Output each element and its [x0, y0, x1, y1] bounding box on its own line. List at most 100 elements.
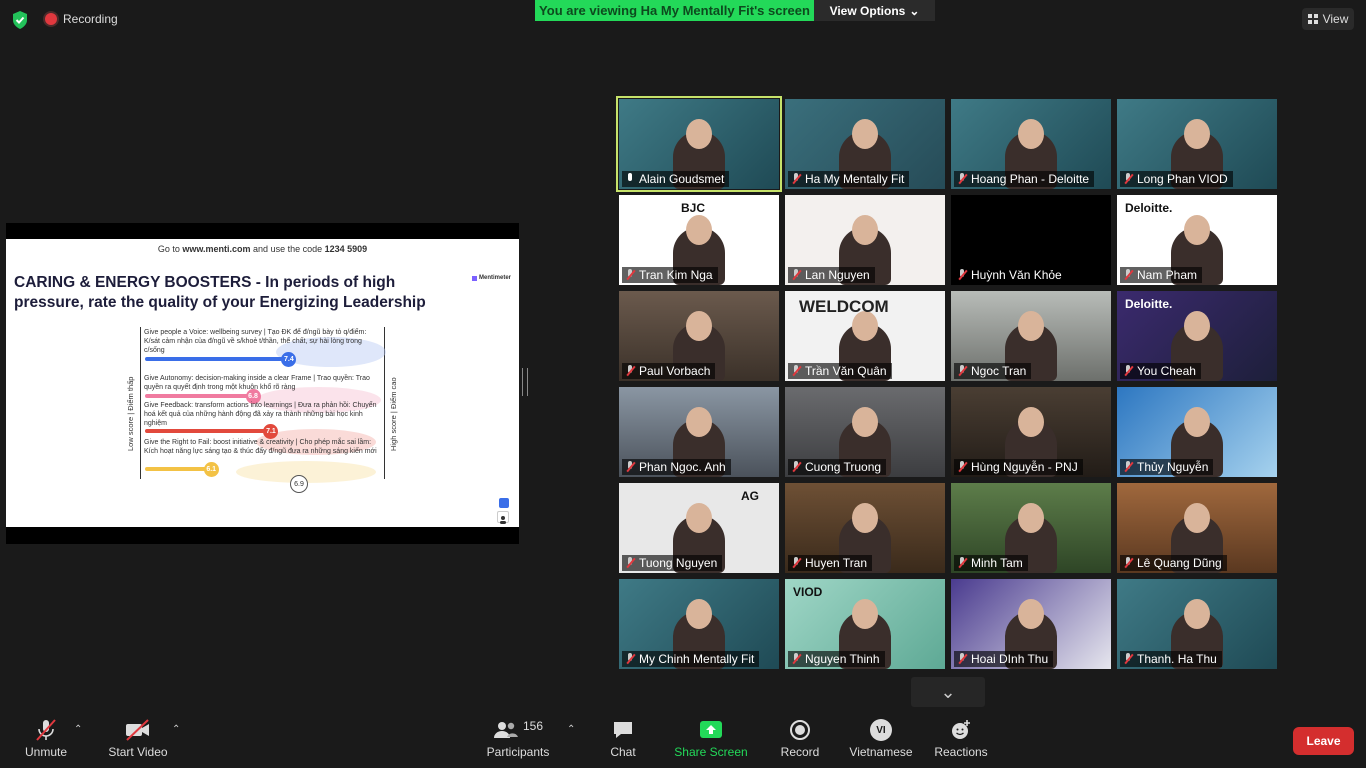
- participant-tile[interactable]: Thanh. Ha Thu: [1117, 579, 1277, 669]
- participant-tile[interactable]: Alain Goudsmet: [616, 96, 782, 192]
- gallery-next-page-button[interactable]: ⌄: [911, 677, 985, 707]
- participant-tile[interactable]: Lê Quang Dũng: [1117, 483, 1277, 573]
- spotlight-microphone-icon: [625, 173, 635, 185]
- participant-nameplate: Phan Ngoc. Anh: [622, 459, 731, 475]
- participants-button[interactable]: 156 Participants: [484, 710, 552, 768]
- participant-name: Nguyen Thinh: [805, 652, 880, 666]
- muted-microphone-icon: [1123, 173, 1133, 185]
- share-screen-icon: [699, 719, 723, 741]
- muted-microphone-icon: [625, 557, 635, 569]
- muted-microphone-icon: [791, 269, 801, 281]
- participant-nameplate: Thanh. Ha Thu: [1120, 651, 1222, 667]
- participant-name: Huỳnh Văn Khỏe: [971, 268, 1062, 282]
- participant-face: [686, 503, 712, 533]
- participant-name: My Chinh Mentally Fit: [639, 652, 755, 666]
- chat-bubble-icon: [612, 719, 634, 741]
- slide-item-text: Give the Right to Fail: boost initiative…: [144, 439, 377, 455]
- participant-name: Minh Tam: [971, 556, 1023, 570]
- participant-count: 156: [522, 719, 544, 733]
- participant-nameplate: Nguyen Thinh: [788, 651, 885, 667]
- participant-tile[interactable]: My Chinh Mentally Fit: [619, 579, 779, 669]
- participant-tile[interactable]: Phan Ngoc. Anh: [619, 387, 779, 477]
- participant-nameplate: Ngoc Tran: [954, 363, 1032, 379]
- participant-tile[interactable]: BJC Tran Kim Nga: [619, 195, 779, 285]
- participant-tile[interactable]: Long Phan VIOD: [1117, 99, 1277, 189]
- participant-nameplate: You Cheah: [1120, 363, 1201, 379]
- participants-label: Participants: [486, 745, 550, 759]
- participant-tile[interactable]: Hùng Nguyễn - PNJ: [951, 387, 1111, 477]
- participant-name: Tran Kim Nga: [639, 268, 713, 282]
- participant-tile[interactable]: Huyen Tran: [785, 483, 945, 573]
- participant-name: Tuong Nguyen: [639, 556, 718, 570]
- video-options-caret[interactable]: ⌃: [172, 724, 180, 735]
- participant-face: [686, 599, 712, 629]
- participant-face: [852, 119, 878, 149]
- reactions-smiley-icon: [950, 719, 972, 741]
- view-options-label: View Options: [829, 3, 906, 18]
- participant-tile[interactable]: Paul Vorbach: [619, 291, 779, 381]
- participant-tile[interactable]: Deloitte. You Cheah: [1117, 291, 1277, 381]
- leave-button[interactable]: Leave: [1293, 727, 1354, 755]
- participant-tile[interactable]: Thủy Nguyễn: [1117, 387, 1277, 477]
- slide-score-bar: [145, 429, 271, 433]
- mentimeter-slide: Go to www.menti.com and use the code 123…: [6, 239, 519, 527]
- participant-tile[interactable]: Cuong Truong: [785, 387, 945, 477]
- participant-name: Long Phan VIOD: [1137, 172, 1228, 186]
- participant-name: Ngoc Tran: [971, 364, 1027, 378]
- record-button[interactable]: Record: [778, 710, 822, 768]
- slide-title: CARING & ENERGY BOOSTERS - In periods of…: [14, 274, 426, 311]
- participant-tile[interactable]: Ngoc Tran: [951, 291, 1111, 381]
- participant-nameplate: Minh Tam: [954, 555, 1028, 571]
- participant-tile[interactable]: Lan Nguyen: [785, 195, 945, 285]
- security-shield-icon[interactable]: [10, 10, 30, 30]
- unmute-button[interactable]: Unmute: [22, 710, 70, 768]
- participant-tile[interactable]: WELDCOM Trần Văn Quân: [785, 291, 945, 381]
- high-score-label: High score | Điểm cao: [389, 377, 398, 451]
- share-screen-button[interactable]: Share Screen: [674, 710, 748, 768]
- view-button[interactable]: View: [1302, 8, 1354, 30]
- reactions-label: Reactions: [934, 745, 988, 759]
- chat-button[interactable]: Chat: [604, 710, 642, 768]
- participant-face: [686, 407, 712, 437]
- shared-screen[interactable]: Go to www.menti.com and use the code 123…: [6, 223, 519, 544]
- reactions-button[interactable]: Reactions: [934, 710, 988, 768]
- participant-nameplate: Lan Nguyen: [788, 267, 875, 283]
- participants-icon-row: 156: [493, 719, 543, 741]
- participant-nameplate: Hoai DInh Thu: [954, 651, 1054, 667]
- split-view-divider[interactable]: [522, 368, 528, 396]
- unmute-label: Unmute: [24, 745, 68, 759]
- record-icon: [789, 719, 811, 741]
- low-score-label: Low score | Điểm thấp: [126, 376, 135, 451]
- audio-options-caret[interactable]: ⌃: [74, 724, 82, 735]
- muted-microphone-icon: [957, 269, 967, 281]
- record-label: Record: [780, 745, 820, 759]
- participant-face: [1018, 119, 1044, 149]
- participant-background-logo: Deloitte.: [1125, 297, 1173, 311]
- participant-name: Lê Quang Dũng: [1137, 556, 1222, 570]
- mentimeter-logo: Mentimeter: [471, 275, 511, 281]
- recording-indicator[interactable]: Recording: [45, 12, 118, 26]
- slide-item-text: Give Feedback: transform actions into le…: [144, 402, 377, 427]
- participant-tile[interactable]: Minh Tam: [951, 483, 1111, 573]
- participant-tile[interactable]: VIOD Nguyen Thinh: [785, 579, 945, 669]
- participant-face: [852, 599, 878, 629]
- participant-name: Paul Vorbach: [639, 364, 711, 378]
- participant-tile[interactable]: Huỳnh Văn Khỏe: [951, 195, 1111, 285]
- chevron-down-icon: ⌄: [940, 681, 956, 702]
- muted-microphone-icon: [625, 365, 635, 377]
- start-video-button[interactable]: Start Video: [106, 710, 170, 768]
- participant-tile[interactable]: Ha My Mentally Fit: [785, 99, 945, 189]
- participant-tile[interactable]: AG Tuong Nguyen: [619, 483, 779, 573]
- slide-score-bar: [145, 357, 289, 361]
- participant-tile[interactable]: Deloitte. Nam Pham: [1117, 195, 1277, 285]
- participant-tile[interactable]: Hoang Phan - Deloitte: [951, 99, 1111, 189]
- slide-item-text: Give people a Voice: wellbeing survey | …: [144, 329, 367, 354]
- participant-nameplate: My Chinh Mentally Fit: [622, 651, 760, 667]
- view-options-button[interactable]: View Options ⌄: [814, 0, 935, 21]
- language-interpretation-button[interactable]: VI Vietnamese: [848, 710, 914, 768]
- participant-tile[interactable]: Hoai DInh Thu: [951, 579, 1111, 669]
- participant-face: [1184, 119, 1210, 149]
- participant-name: Thủy Nguyễn: [1137, 460, 1209, 474]
- participant-face: [1018, 503, 1044, 533]
- participants-options-caret[interactable]: ⌃: [567, 724, 575, 735]
